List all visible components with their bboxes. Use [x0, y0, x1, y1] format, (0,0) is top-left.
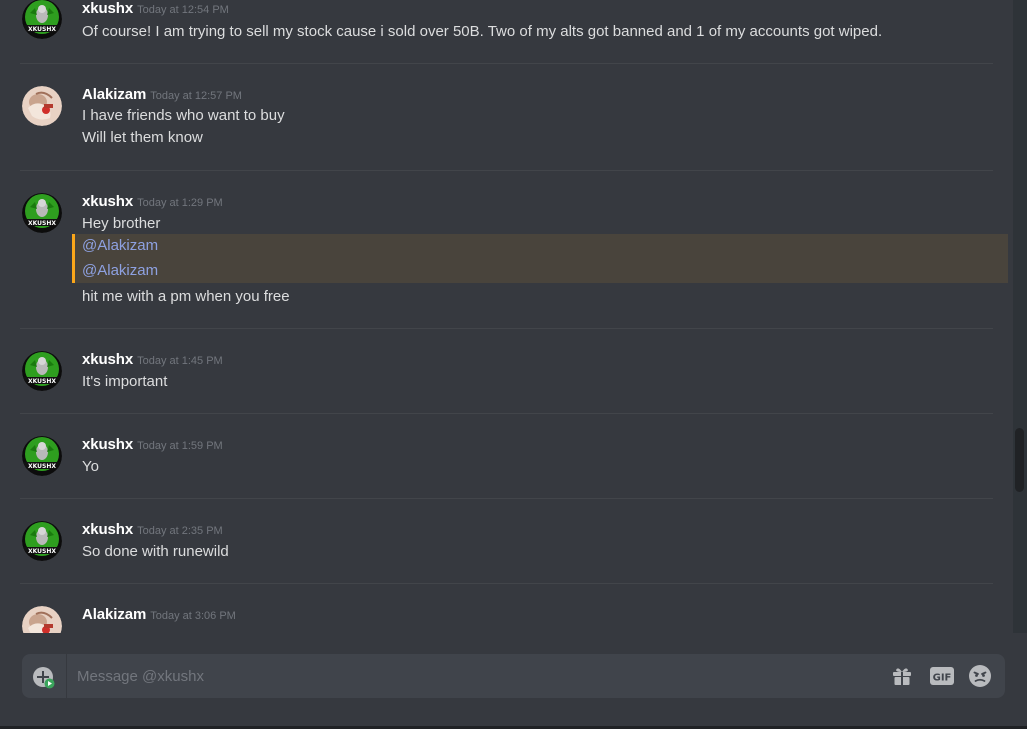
- alakizam-avatar[interactable]: [22, 86, 62, 126]
- message-divider: [20, 328, 993, 329]
- chat-window: XKUSHX xkushx Today at 12:54 PM Of course…: [0, 0, 1027, 729]
- mention-highlight: @Alakizam @Alakizam: [72, 234, 1008, 283]
- message-header: xkushx Today at 1:29 PM: [82, 193, 223, 213]
- message-text: Yo: [82, 458, 99, 475]
- xkushx-avatar[interactable]: XKUSHX: [22, 521, 62, 561]
- message-divider: [20, 583, 993, 584]
- username[interactable]: xkushx: [82, 193, 133, 210]
- svg-text:XKUSHX: XKUSHX: [28, 463, 56, 470]
- message-divider: [20, 63, 993, 64]
- username[interactable]: xkushx: [82, 436, 133, 453]
- message-text: So done with runewild: [82, 543, 229, 560]
- message-input[interactable]: [67, 654, 867, 698]
- message-list: XKUSHX xkushx Today at 12:54 PM Of course…: [0, 0, 1013, 633]
- message-composer: GIF: [22, 654, 1005, 698]
- message-divider: [20, 498, 993, 499]
- message-text: Will let them know: [82, 129, 203, 146]
- message-group: Alakizam Today at 3:06 PM: [0, 606, 1013, 633]
- xkushx-avatar[interactable]: XKUSHX: [22, 436, 62, 476]
- timestamp: Today at 3:06 PM: [150, 610, 236, 622]
- svg-text:XKUSHX: XKUSHX: [28, 378, 56, 385]
- message-text: It's important: [82, 373, 168, 390]
- timestamp: Today at 1:29 PM: [137, 197, 223, 209]
- alakizam-avatar[interactable]: [22, 606, 62, 633]
- message-text: I have friends who want to buy: [82, 107, 285, 124]
- gif-button[interactable]: GIF: [929, 664, 954, 688]
- message-group: XKUSHX xkushx Today at 12:54 PM Of course…: [0, 0, 1013, 60]
- username[interactable]: xkushx: [82, 351, 133, 368]
- xkushx-avatar[interactable]: XKUSHX: [22, 351, 62, 391]
- timestamp: Today at 1:45 PM: [137, 355, 223, 367]
- message-header: xkushx Today at 1:59 PM: [82, 436, 223, 456]
- timestamp: Today at 2:35 PM: [137, 525, 223, 537]
- emoji-icon[interactable]: [968, 664, 992, 688]
- username[interactable]: xkushx: [82, 0, 133, 17]
- svg-text:XKUSHX: XKUSHX: [28, 548, 56, 555]
- xkushx-avatar[interactable]: XKUSHX: [22, 0, 62, 39]
- svg-text:XKUSHX: XKUSHX: [28, 220, 56, 227]
- timestamp: Today at 1:59 PM: [137, 440, 223, 452]
- message-header: xkushx Today at 2:35 PM: [82, 521, 223, 541]
- message-header: xkushx Today at 12:54 PM: [82, 0, 229, 20]
- timestamp: Today at 12:57 PM: [150, 90, 242, 102]
- svg-text:XKUSHX: XKUSHX: [28, 26, 56, 33]
- timestamp: Today at 12:54 PM: [137, 4, 229, 16]
- message-text: Hey brother: [82, 215, 161, 232]
- scrollbar-track[interactable]: [1013, 0, 1027, 633]
- plus-circle-icon[interactable]: [31, 665, 55, 689]
- username[interactable]: Alakizam: [82, 606, 146, 623]
- user-mention[interactable]: @Alakizam: [82, 261, 158, 281]
- message-divider: [20, 413, 993, 414]
- xkushx-avatar[interactable]: XKUSHX: [22, 193, 62, 233]
- message-header: xkushx Today at 1:45 PM: [82, 351, 223, 371]
- message-group: Alakizam Today at 12:57 PM I have friends…: [0, 86, 1013, 146]
- message-text: Of course! I am trying to sell my stock …: [82, 23, 883, 40]
- username[interactable]: xkushx: [82, 521, 133, 538]
- gif-label: GIF: [933, 673, 952, 684]
- message-group: XKUSHX xkushx Today at 1:45 PM It's impor…: [0, 351, 1013, 401]
- message-header: Alakizam Today at 3:06 PM: [82, 606, 236, 626]
- message-divider: [20, 170, 993, 171]
- message-text: hit me with a pm when you free: [82, 288, 290, 305]
- gift-icon[interactable]: [890, 664, 914, 688]
- message-group: XKUSHX xkushx Today at 2:35 PM So done wi…: [0, 521, 1013, 571]
- message-group: XKUSHX xkushx Today at 1:59 PM Yo: [0, 436, 1013, 486]
- message-header: Alakizam Today at 12:57 PM: [82, 86, 242, 106]
- username[interactable]: Alakizam: [82, 86, 146, 103]
- user-mention[interactable]: @Alakizam: [82, 236, 158, 256]
- scrollbar-thumb[interactable]: [1015, 428, 1024, 492]
